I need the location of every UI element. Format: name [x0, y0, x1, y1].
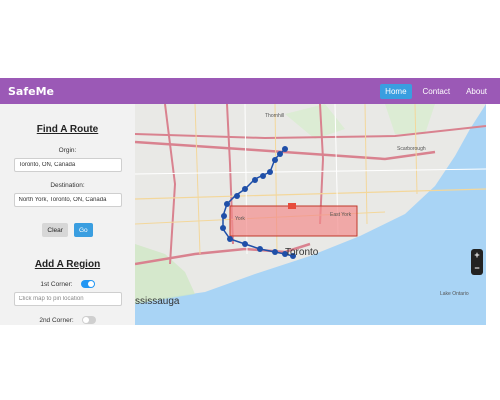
- destination-label: Destination:: [50, 182, 85, 189]
- corner2-toggle[interactable]: [81, 316, 96, 324]
- label-east-york: East York: [330, 212, 352, 218]
- label-lake: Lake Ontario: [440, 291, 469, 297]
- label-scarborough: Scarborough: [397, 146, 426, 152]
- destination-input[interactable]: [13, 193, 122, 207]
- add-region-title: Add A Region: [34, 259, 101, 270]
- map-canvas[interactable]: [135, 104, 486, 325]
- corner1-row: 1st Corner:: [0, 280, 135, 288]
- find-route-title: Find A Route: [36, 124, 99, 135]
- corner2-label: 2nd Corner:: [39, 316, 74, 324]
- route-line: [222, 148, 294, 257]
- label-toronto: Toronto: [285, 247, 319, 258]
- navbar: SafeMe Home Contact About: [0, 78, 500, 104]
- park-area: [385, 104, 435, 134]
- nav-link-contact[interactable]: Contact: [418, 84, 456, 99]
- road: [364, 104, 368, 225]
- brand-logo[interactable]: SafeMe: [8, 85, 54, 98]
- nav-link-about[interactable]: About: [461, 84, 492, 99]
- nav-link-home[interactable]: Home: [380, 83, 412, 99]
- label-york: York: [235, 216, 245, 222]
- zoom-control: + −: [471, 249, 483, 275]
- origin-label: Orgin:: [58, 147, 77, 154]
- road: [194, 104, 201, 255]
- map-view[interactable]: Thornhill Scarborough York East York Tor…: [135, 104, 486, 325]
- park-area: [135, 244, 195, 304]
- corner2-row: 2nd Corner:: [0, 316, 135, 324]
- label-mississauga: ssissauga: [135, 296, 180, 307]
- sidebar-panel: Find A Route Orgin: Destination: Clear G…: [0, 104, 135, 325]
- region-pin-icon: [288, 203, 296, 209]
- corner1-input[interactable]: [13, 292, 122, 306]
- corner1-toggle[interactable]: [80, 280, 95, 288]
- corner1-label: 1st Corner:: [40, 280, 73, 288]
- nav-links: Home Contact About: [380, 83, 492, 99]
- highway-427: [164, 104, 177, 265]
- zoom-in-button[interactable]: +: [474, 251, 479, 260]
- route-actions: Clear Go: [0, 223, 135, 237]
- road: [135, 168, 486, 175]
- go-button[interactable]: Go: [73, 223, 93, 237]
- toggle-knob: [82, 317, 89, 323]
- label-thornhill: Thornhill: [265, 113, 285, 119]
- zoom-out-button[interactable]: −: [474, 264, 479, 273]
- toggle-knob: [87, 281, 94, 287]
- safety-region: [229, 205, 358, 237]
- clear-button[interactable]: Clear: [42, 223, 68, 237]
- origin-input[interactable]: [13, 158, 122, 172]
